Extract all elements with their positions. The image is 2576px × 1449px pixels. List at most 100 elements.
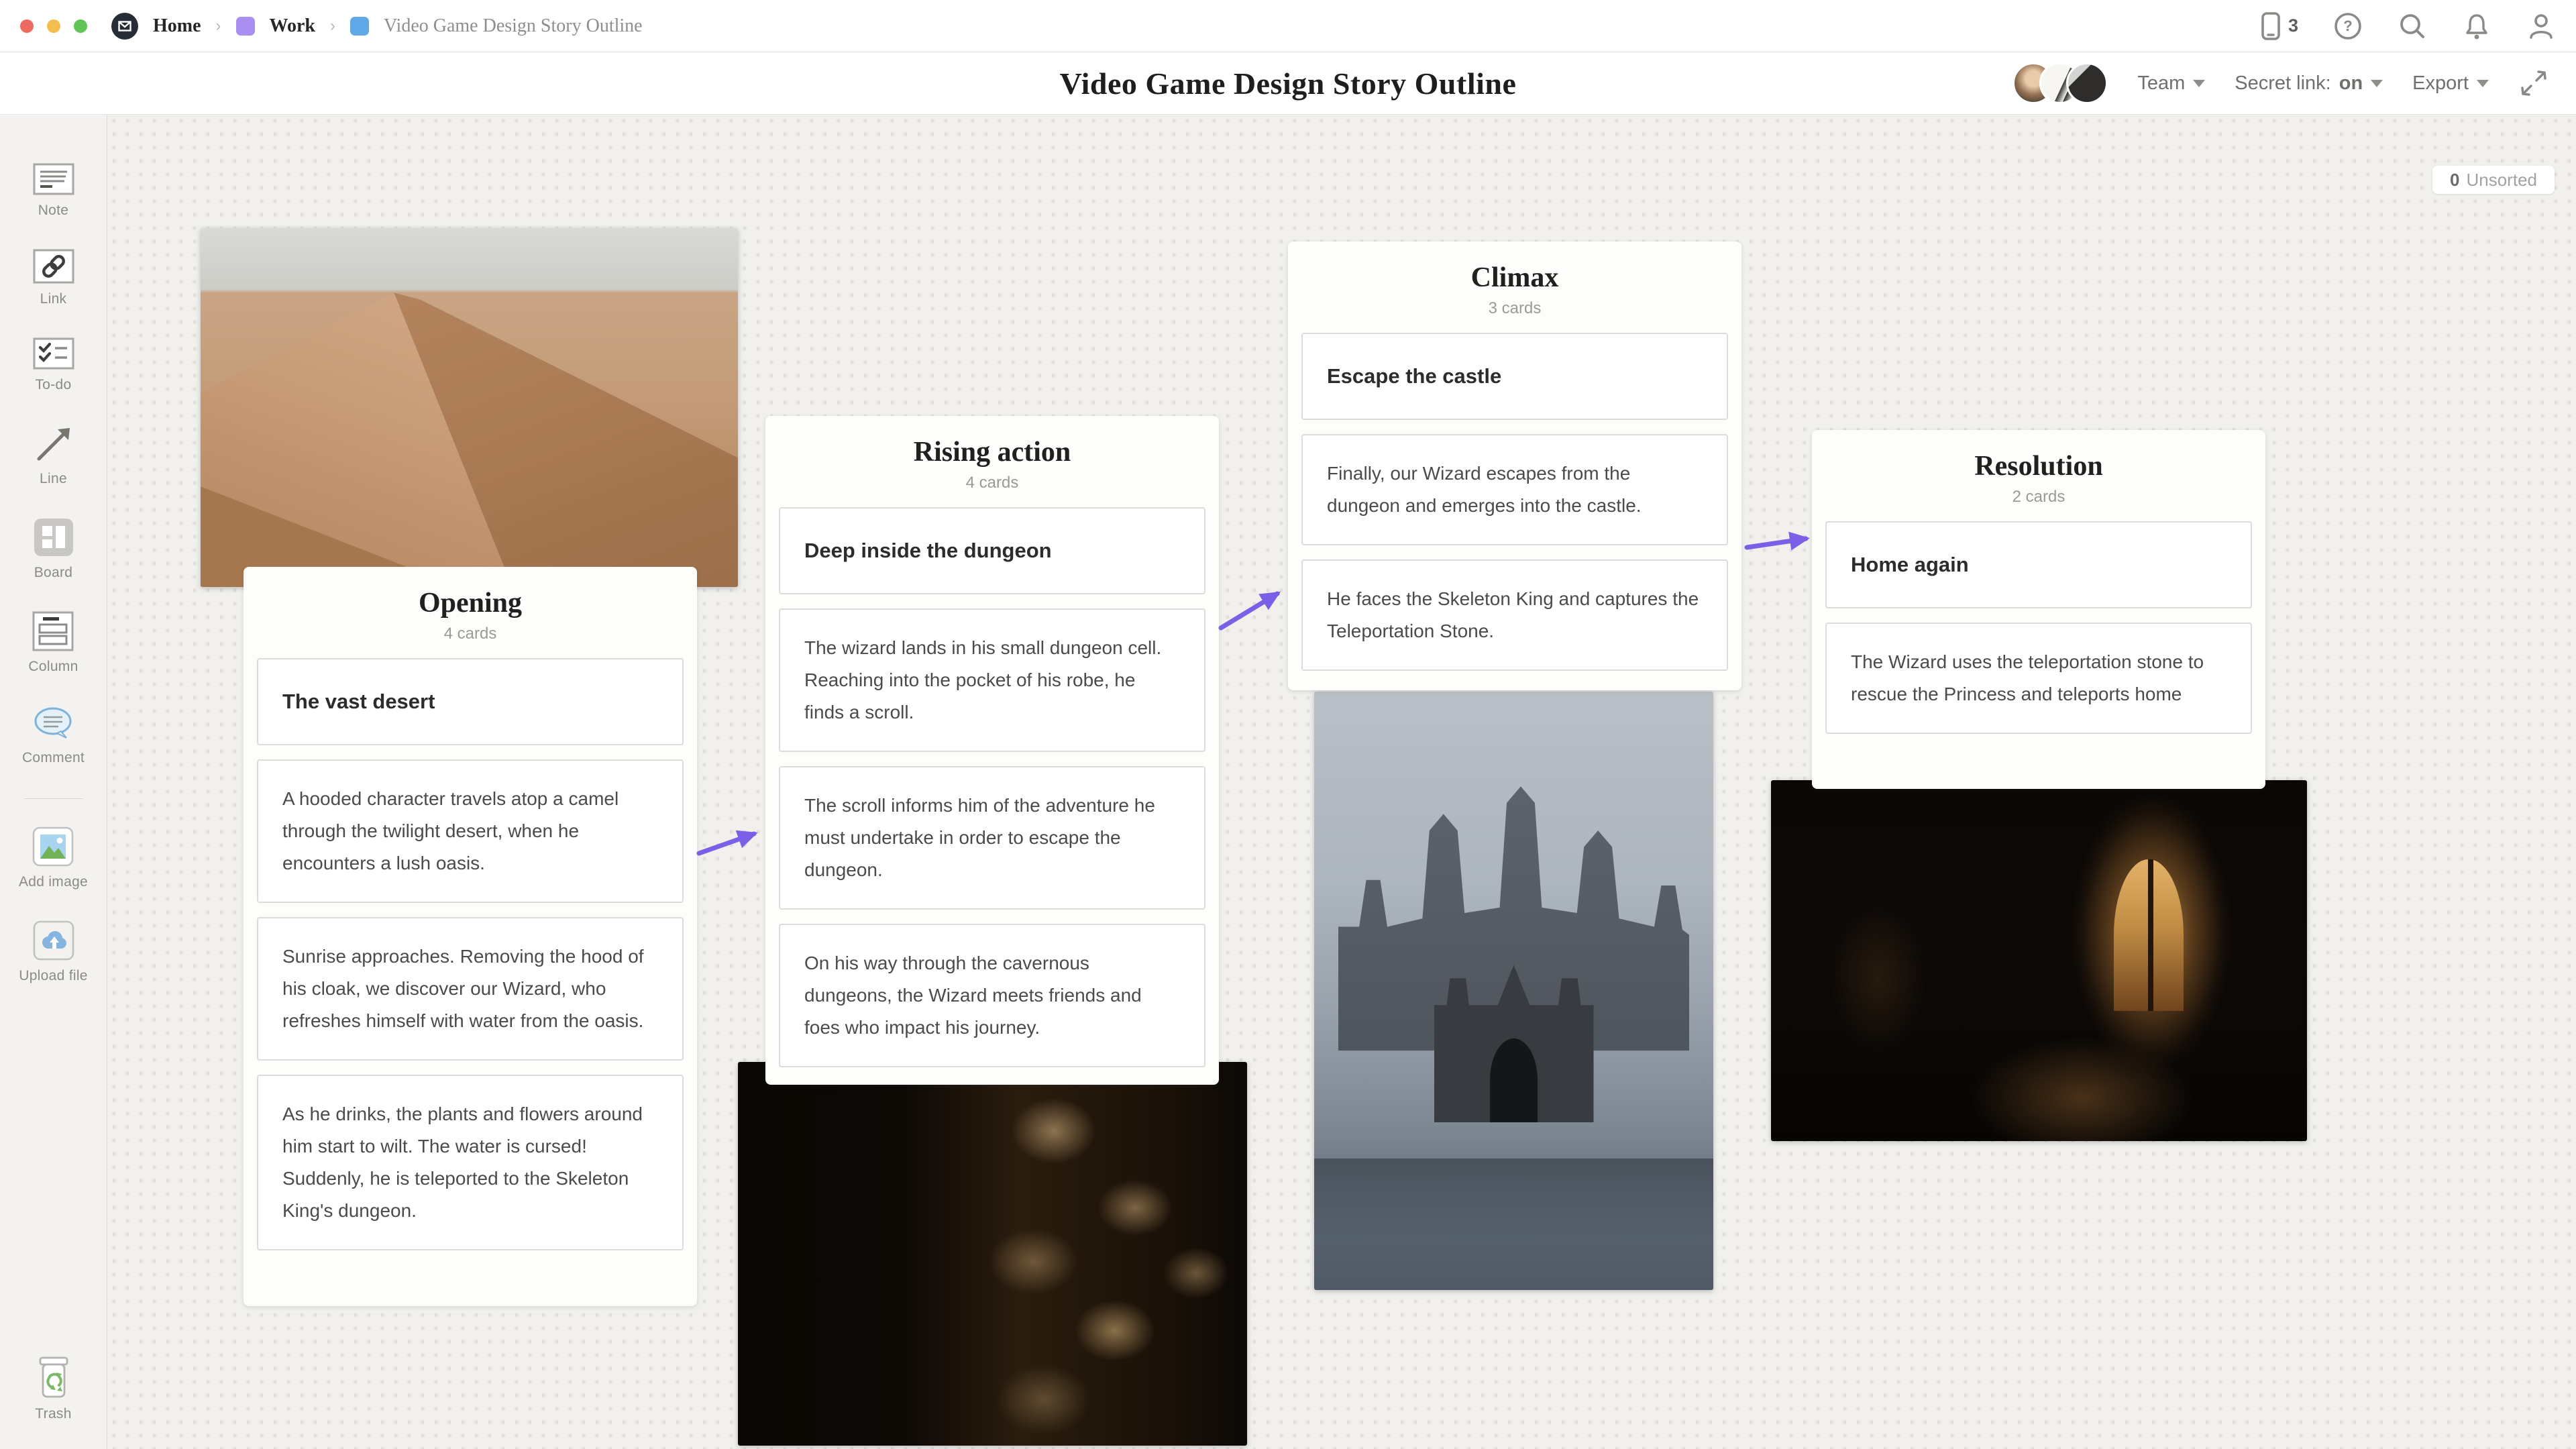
column-opening: Opening 4 cards The vast desert A hooded… <box>244 567 697 1306</box>
secret-link-label: Secret link: <box>2235 72 2330 95</box>
desert-dunes-photo[interactable] <box>201 228 738 587</box>
catacomb-skulls-photo[interactable] <box>738 1062 1247 1446</box>
note-card[interactable]: As he drinks, the plants and flowers aro… <box>257 1075 684 1250</box>
zoom-window-button[interactable] <box>74 19 87 33</box>
phone-badge-count: 3 <box>2288 15 2298 36</box>
board-controls: Team Secret link: on Export <box>2012 52 2549 114</box>
team-dropdown[interactable]: Team <box>2137 72 2205 95</box>
misty-castle-photo[interactable] <box>1314 692 1713 1290</box>
board-icon <box>32 517 75 558</box>
tool-label: Trash <box>35 1406 71 1422</box>
tool-column[interactable]: Column <box>28 610 78 675</box>
column-header[interactable]: Resolution 2 cards <box>1825 450 2252 506</box>
tool-todo[interactable]: To-do <box>32 337 75 393</box>
work-board-chip[interactable] <box>236 17 255 36</box>
chevron-down-icon <box>2193 80 2205 87</box>
tool-link[interactable]: Link <box>32 248 75 307</box>
note-card[interactable]: The wizard lands in his small dungeon ce… <box>779 608 1205 752</box>
tool-label: To-do <box>35 377 71 393</box>
tool-label: Line <box>40 471 67 487</box>
column-card-count: 2 cards <box>1825 488 2252 506</box>
person-icon <box>2526 11 2556 41</box>
water-reflection <box>1314 1159 1713 1290</box>
close-window-button[interactable] <box>20 19 34 33</box>
note-card[interactable]: Home again <box>1825 521 2252 608</box>
team-label: Team <box>2137 72 2185 95</box>
note-card[interactable]: The Wizard uses the teleportation stone … <box>1825 623 2252 734</box>
note-card[interactable]: Finally, our Wizard escapes from the dun… <box>1301 434 1728 545</box>
column-title: Climax <box>1301 262 1728 294</box>
tool-trash[interactable]: Trash <box>32 1355 75 1422</box>
dark-room-photo[interactable] <box>1771 780 2307 1141</box>
note-card[interactable]: Deep inside the dungeon <box>779 507 1205 594</box>
avatar <box>2066 62 2108 104</box>
tool-upload-file[interactable]: Upload file <box>19 920 88 984</box>
column-header[interactable]: Opening 4 cards <box>257 587 684 643</box>
window-controls <box>20 19 87 33</box>
note-card[interactable]: The scroll informs him of the adventure … <box>779 766 1205 910</box>
collaborator-avatars[interactable] <box>2012 62 2108 104</box>
svg-text:?: ? <box>2343 17 2352 34</box>
column-header[interactable]: Climax 3 cards <box>1301 262 1728 318</box>
column-rising-action: Rising action 4 cards Deep inside the du… <box>765 416 1219 1085</box>
castle-arch <box>1490 1038 1538 1122</box>
expand-icon <box>2518 68 2549 99</box>
note-card[interactable]: Escape the castle <box>1301 333 1728 420</box>
tool-add-image[interactable]: Add image <box>19 826 88 890</box>
milanote-logo[interactable] <box>111 13 138 40</box>
secret-link-dropdown[interactable]: Secret link: on <box>2235 72 2383 95</box>
column-header[interactable]: Rising action 4 cards <box>779 436 1205 492</box>
tool-label: Link <box>40 291 67 307</box>
tool-line[interactable]: Line <box>32 423 75 487</box>
note-card[interactable]: On his way through the cavernous dungeon… <box>779 924 1205 1067</box>
chevron-down-icon <box>2477 80 2489 87</box>
tool-comment[interactable]: Comment <box>22 704 85 766</box>
fullscreen-button[interactable] <box>2518 68 2549 99</box>
column-title: Rising action <box>779 436 1205 468</box>
link-icon <box>32 248 75 284</box>
chevron-down-icon <box>2371 80 2383 87</box>
export-dropdown[interactable]: Export <box>2412 72 2489 95</box>
current-board-chip <box>350 17 369 36</box>
envelope-icon <box>117 18 133 34</box>
upload-file-icon <box>32 920 75 961</box>
search-button[interactable] <box>2398 11 2427 41</box>
breadcrumb-work[interactable]: Work <box>270 15 315 37</box>
note-card[interactable]: He faces the Skeleton King and captures … <box>1301 559 1728 671</box>
breadcrumb-separator: › <box>330 17 335 36</box>
note-icon <box>32 162 75 196</box>
column-card-count: 4 cards <box>257 625 684 643</box>
note-card[interactable]: A hooded character travels atop a camel … <box>257 759 684 903</box>
top-bar: Home › Work › Video Game Design Story Ou… <box>0 0 2576 52</box>
board-title-bar: Video Game Design Story Outline Team Sec… <box>0 52 2576 115</box>
tool-board[interactable]: Board <box>32 517 75 581</box>
mobile-app-button[interactable]: 3 <box>2259 11 2298 41</box>
breadcrumb-home[interactable]: Home <box>153 15 201 37</box>
column-title: Resolution <box>1825 450 2252 482</box>
window-mullion <box>2148 859 2153 1011</box>
column-icon <box>32 610 74 652</box>
help-icon: ? <box>2333 11 2363 41</box>
app-window: Home › Work › Video Game Design Story Ou… <box>0 0 2576 1449</box>
note-card[interactable]: The vast desert <box>257 658 684 745</box>
help-button[interactable]: ? <box>2333 11 2363 41</box>
account-button[interactable] <box>2526 11 2556 41</box>
trash-icon <box>32 1355 75 1399</box>
note-card[interactable]: Sunrise approaches. Removing the hood of… <box>257 917 684 1061</box>
comment-icon <box>32 704 76 743</box>
top-right-icons: 3 ? <box>2259 11 2556 41</box>
tool-label: Upload file <box>19 968 88 984</box>
tool-note[interactable]: Note <box>32 162 75 219</box>
breadcrumb: Home › Work › Video Game Design Story Ou… <box>111 13 643 40</box>
unsorted-badge[interactable]: 0 Unsorted <box>2432 166 2555 194</box>
tool-label: Column <box>28 659 78 675</box>
search-icon <box>2398 11 2427 41</box>
notifications-button[interactable] <box>2462 11 2491 41</box>
unsorted-count: 0 <box>2450 170 2459 191</box>
column-card-count: 3 cards <box>1301 299 1728 318</box>
minimize-window-button[interactable] <box>47 19 60 33</box>
bell-icon <box>2462 11 2491 41</box>
todo-icon <box>32 337 75 370</box>
tool-sidebar: Note Link To-do <box>0 114 107 1449</box>
column-card-count: 4 cards <box>779 474 1205 492</box>
